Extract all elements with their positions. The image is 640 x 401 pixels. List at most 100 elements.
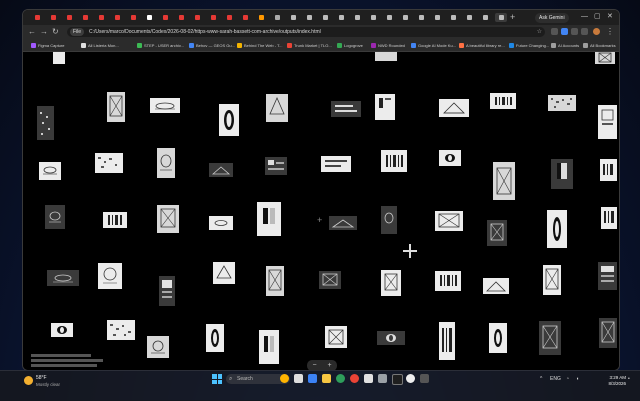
menu-kebab-icon[interactable]: ⋮ xyxy=(606,26,614,38)
tab-5[interactable] xyxy=(95,13,107,22)
archive-thumbnail[interactable] xyxy=(45,205,65,229)
archive-thumbnail[interactable] xyxy=(103,212,127,228)
tab-3[interactable] xyxy=(63,13,75,22)
archive-thumbnail[interactable] xyxy=(219,104,239,136)
taskbar-app-icon[interactable] xyxy=(406,374,415,383)
file-explorer-icon[interactable] xyxy=(322,374,331,383)
tab-23[interactable] xyxy=(383,13,395,22)
archive-thumbnail[interactable] xyxy=(259,330,279,364)
archive-thumbnail[interactable] xyxy=(490,93,516,109)
archive-thumbnail[interactable] xyxy=(439,99,469,117)
archive-thumbnail[interactable] xyxy=(266,266,284,296)
tab-25[interactable] xyxy=(415,13,427,22)
archive-thumbnail[interactable] xyxy=(595,52,615,64)
bookmark-item[interactable]: Future Changing... xyxy=(509,41,549,49)
archive-thumbnail[interactable] xyxy=(483,278,509,294)
taskbar-app-icon[interactable] xyxy=(392,374,403,385)
minimize-icon[interactable]: — xyxy=(581,12,588,22)
tab-8[interactable] xyxy=(143,13,155,22)
tab-11[interactable] xyxy=(191,13,203,22)
tab-6[interactable] xyxy=(111,13,123,22)
zoom-out-button[interactable]: − xyxy=(312,362,316,369)
archive-thumbnail[interactable] xyxy=(209,163,233,177)
taskbar-app-icon[interactable] xyxy=(364,374,373,383)
taskbar-app-icon[interactable] xyxy=(280,374,289,383)
archive-thumbnail[interactable] xyxy=(329,216,357,230)
url-text[interactable]: C:/Users/marco/Documents/Codex/2026-08-0… xyxy=(89,27,321,37)
archive-thumbnail[interactable] xyxy=(601,207,617,229)
bookmark-item[interactable]: A beautiful library re... xyxy=(459,41,505,49)
bookmark-star-icon[interactable]: ☆ xyxy=(537,27,542,37)
archive-thumbnail[interactable] xyxy=(159,276,175,306)
tab-24[interactable] xyxy=(399,13,411,22)
archive-thumbnail[interactable] xyxy=(209,216,233,230)
edge-browser-icon[interactable] xyxy=(336,374,345,383)
tab-16[interactable] xyxy=(271,13,283,22)
tab-15[interactable] xyxy=(255,13,267,22)
archive-thumbnail[interactable] xyxy=(381,206,397,234)
archive-thumbnail[interactable] xyxy=(439,322,455,360)
tab-29[interactable] xyxy=(479,13,491,22)
tab-10[interactable] xyxy=(175,13,187,22)
archive-thumbnail[interactable] xyxy=(107,92,125,122)
extension-icon[interactable] xyxy=(551,28,558,35)
archive-thumbnail[interactable] xyxy=(266,94,288,122)
archive-thumbnail[interactable] xyxy=(439,150,461,166)
tray-chevron-icon[interactable]: ^ xyxy=(540,374,542,384)
archive-thumbnail[interactable] xyxy=(435,211,463,231)
chrome-browser-icon[interactable] xyxy=(350,374,359,383)
tab-7[interactable] xyxy=(127,13,139,22)
archive-thumbnail[interactable] xyxy=(435,271,461,291)
forward-icon[interactable]: → xyxy=(40,26,48,38)
bookmark-item[interactable]: All Bookmarks xyxy=(583,41,616,49)
task-view-icon[interactable] xyxy=(294,374,303,383)
tab-20[interactable] xyxy=(335,13,347,22)
tab-4[interactable] xyxy=(79,13,91,22)
archive-thumbnail[interactable] xyxy=(547,210,567,248)
archive-thumbnail[interactable] xyxy=(489,323,507,353)
zoom-in-button[interactable]: + xyxy=(327,362,331,369)
archive-thumbnail[interactable] xyxy=(37,106,54,140)
tab-13[interactable] xyxy=(223,13,235,22)
ask-gemini-button[interactable]: Ask Gemini xyxy=(535,13,569,23)
address-bar[interactable]: File C:/Users/marco/Documents/Codex/2026… xyxy=(67,27,545,37)
archive-thumbnail[interactable] xyxy=(257,202,281,236)
archive-thumbnail[interactable] xyxy=(600,159,617,181)
bookmark-item[interactable]: Trunk Market | TLO... xyxy=(287,41,332,49)
tab-21[interactable] xyxy=(351,13,363,22)
bookmark-item[interactable]: Logogrove xyxy=(337,41,363,49)
archive-thumbnail[interactable] xyxy=(150,98,180,113)
bookmark-item[interactable]: AI Accounts xyxy=(551,41,579,49)
tab-9[interactable] xyxy=(159,13,171,22)
maximize-icon[interactable]: ▢ xyxy=(594,12,601,22)
back-icon[interactable]: ← xyxy=(28,26,36,38)
taskbar-app-icon[interactable] xyxy=(308,374,317,383)
reload-icon[interactable]: ↻ xyxy=(52,26,59,38)
archive-thumbnail[interactable] xyxy=(331,101,361,117)
system-clock[interactable]: 3:29 AM 8/3/2026 xyxy=(586,375,626,387)
archive-thumbnail[interactable] xyxy=(206,324,224,352)
archive-thumbnail[interactable] xyxy=(377,331,405,345)
archive-thumbnail[interactable] xyxy=(147,336,169,358)
archive-thumbnail[interactable] xyxy=(381,150,407,172)
archive-thumbnail[interactable] xyxy=(539,321,561,355)
bookmark-item[interactable]: Google AI Mode Ku... xyxy=(411,41,456,49)
archive-thumbnail[interactable] xyxy=(53,52,65,64)
archive-thumbnail[interactable] xyxy=(375,52,397,61)
tab-19[interactable] xyxy=(319,13,331,22)
taskbar-app-icon[interactable] xyxy=(378,374,387,383)
bookmark-item[interactable]: Figma Capture xyxy=(31,41,64,49)
archive-thumbnail[interactable] xyxy=(51,323,73,337)
archive-thumbnail[interactable] xyxy=(548,95,576,111)
file-chip[interactable]: File xyxy=(70,28,85,36)
tab-26[interactable] xyxy=(431,13,443,22)
archive-thumbnail[interactable] xyxy=(487,220,507,246)
volume-icon[interactable]: ◖ xyxy=(576,374,579,384)
bookmark-item[interactable]: NWD Rounded xyxy=(371,41,405,49)
tab-12[interactable] xyxy=(207,13,219,22)
archive-thumbnail[interactable] xyxy=(598,105,617,139)
archive-thumbnail[interactable] xyxy=(493,162,515,200)
archive-thumbnail[interactable] xyxy=(157,148,175,178)
tab-14[interactable] xyxy=(239,13,251,22)
archive-thumbnail[interactable] xyxy=(598,262,617,290)
